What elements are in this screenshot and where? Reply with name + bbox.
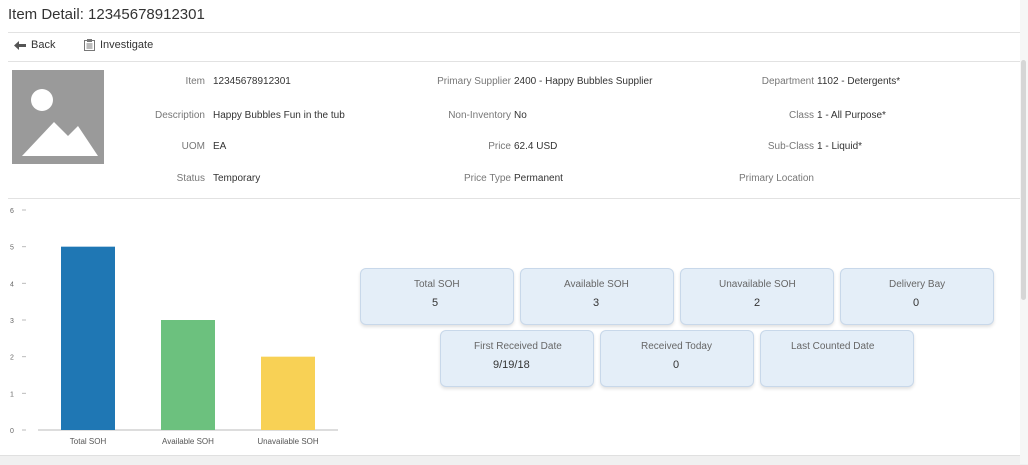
tile-delivery-bay[interactable]: Delivery Bay 0 (840, 268, 994, 325)
tile-available-soh-value: 3 (593, 297, 600, 309)
tile-last-counted-label: Last Counted Date (791, 341, 875, 352)
toolbar: Back Investigate (8, 32, 1020, 62)
tile-total-soh-label: Total SOH (414, 279, 460, 290)
y-tick-label: 6 (10, 208, 14, 215)
clipboard-icon (84, 39, 95, 51)
tile-first-received-date[interactable]: First Received Date 9/19/18 (440, 330, 594, 387)
non-inventory-label: Non-Inventory (448, 110, 511, 121)
tile-available-soh[interactable]: Available SOH 3 (520, 268, 674, 325)
status-label: Status (176, 173, 205, 184)
description-label: Description (154, 110, 205, 121)
y-tick-label: 0 (10, 428, 14, 435)
uom-value: EA (213, 141, 227, 152)
tile-unavailable-soh-value: 2 (754, 297, 761, 309)
class-value: 1 - All Purpose* (817, 110, 886, 121)
investigate-label: Investigate (100, 39, 154, 51)
item-value: 12345678912301 (213, 76, 291, 87)
investigate-button[interactable]: Investigate (84, 39, 153, 51)
price-type-value: Permanent (514, 173, 563, 184)
non-inventory-value: No (514, 110, 527, 121)
x-tick-label: Total SOH (70, 437, 107, 446)
tile-delivery-bay-label: Delivery Bay (889, 279, 946, 290)
primary-supplier-label: Primary Supplier (437, 76, 511, 87)
page-title: Item Detail: 12345678912301 (8, 6, 205, 23)
tile-total-soh-value: 5 (432, 297, 439, 309)
tile-received-today[interactable]: Received Today 0 (600, 330, 754, 387)
y-tick-label: 2 (10, 355, 14, 362)
price-type-label: Price Type (463, 173, 511, 184)
tile-first-received-label: First Received Date (474, 341, 562, 352)
class-label: Class (788, 110, 814, 121)
tile-unavailable-soh[interactable]: Unavailable SOH 2 (680, 268, 834, 325)
subclass-value: 1 - Liquid* (817, 141, 863, 152)
department-value: 1102 - Detergents* (817, 76, 901, 87)
x-tick-label: Available SOH (162, 437, 214, 446)
soh-bar-chart: 0 1 2 3 4 5 6 Total SOH Available SOH Unavailabl… (10, 208, 338, 446)
description-value: Happy Bubbles Fun in the tub (213, 110, 345, 121)
bar-total-soh[interactable] (61, 246, 115, 430)
price-value: 62.4 USD (514, 141, 558, 152)
tile-last-counted-date[interactable]: Last Counted Date (760, 330, 914, 387)
y-tick-label: 1 (10, 391, 14, 398)
tile-received-today-label: Received Today (641, 341, 712, 352)
bar-unavailable-soh[interactable] (261, 356, 315, 430)
bar-available-soh[interactable] (161, 320, 215, 430)
tile-delivery-bay-value: 0 (913, 297, 920, 309)
item-label: Item (185, 76, 205, 87)
tile-unavailable-soh-label: Unavailable SOH (719, 279, 796, 290)
section-divider (8, 198, 1020, 199)
tile-received-today-value: 0 (673, 359, 680, 371)
scrollbar-thumb[interactable] (1021, 60, 1026, 300)
primary-supplier-value: 2400 - Happy Bubbles Supplier (514, 76, 653, 87)
primary-location-label: Primary Location (738, 173, 814, 184)
back-button[interactable]: Back (14, 39, 55, 51)
price-label: Price (488, 141, 511, 152)
y-tick-label: 4 (10, 281, 14, 288)
image-placeholder-icon (22, 89, 98, 156)
back-label: Back (31, 39, 56, 51)
tile-first-received-value: 9/19/18 (493, 359, 530, 371)
x-tick-label: Unavailable SOH (257, 437, 319, 446)
arrow-left-icon (14, 40, 26, 50)
item-image-placeholder (12, 70, 104, 164)
tile-available-soh-label: Available SOH (564, 279, 629, 290)
y-tick-label: 3 (10, 318, 14, 325)
y-tick-label: 5 (10, 245, 14, 252)
tile-total-soh[interactable]: Total SOH 5 (360, 268, 514, 325)
status-value: Temporary (213, 173, 261, 184)
subclass-label: Sub-Class (767, 141, 814, 152)
uom-label: UOM (181, 141, 205, 152)
department-label: Department (761, 76, 814, 87)
